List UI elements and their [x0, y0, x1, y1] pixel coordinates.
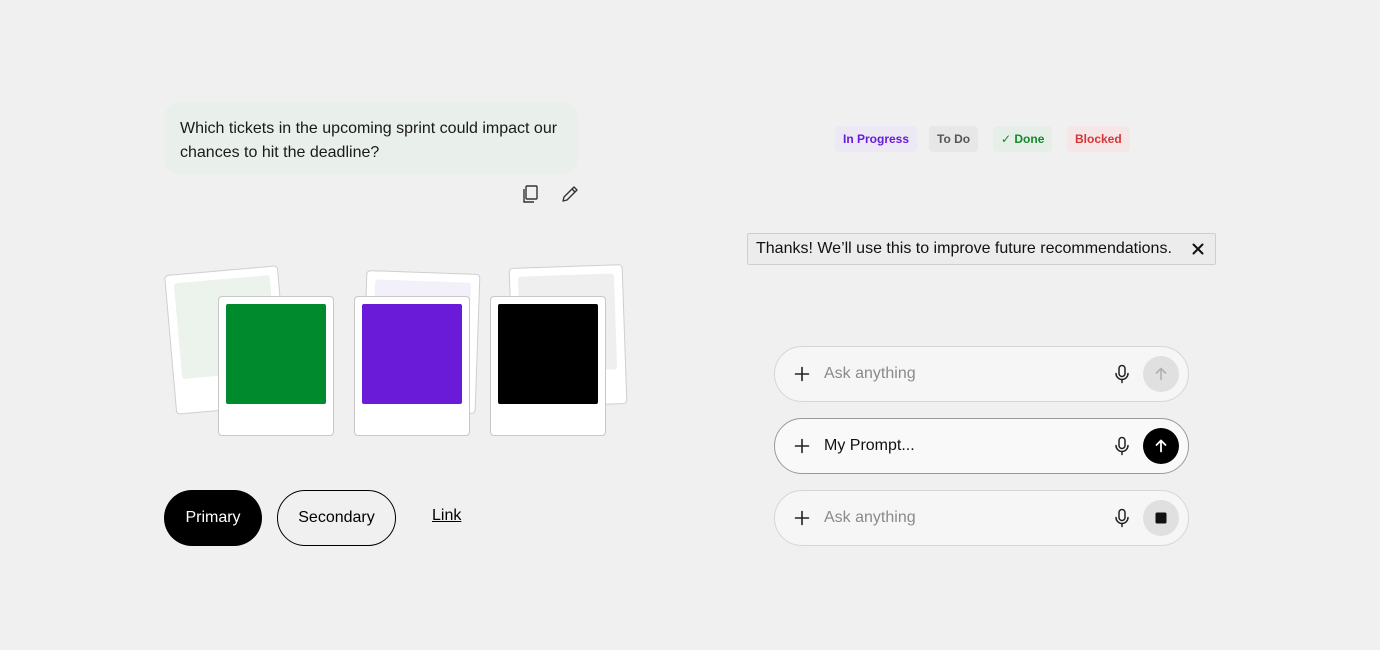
swatch-card-green[interactable]	[218, 296, 334, 436]
microphone-icon[interactable]	[1111, 435, 1133, 457]
green-swatch	[226, 304, 326, 404]
prompt-input-generating	[774, 490, 1189, 546]
arrow-up-icon	[1155, 367, 1167, 381]
arrow-up-icon	[1155, 439, 1167, 453]
primary-button[interactable]: Primary	[164, 490, 262, 546]
microphone-icon[interactable]	[1111, 363, 1133, 385]
swatch-card-purple[interactable]	[354, 296, 470, 436]
stop-icon	[1155, 512, 1167, 524]
toast-message: Thanks! We’ll use this to improve future…	[756, 240, 1172, 257]
secondary-button[interactable]: Secondary	[277, 490, 396, 546]
chat-message-bubble: Which tickets in the upcoming sprint cou…	[164, 102, 578, 174]
prompt-text-field[interactable]	[824, 361, 1094, 387]
prompt-text-field[interactable]	[824, 433, 1094, 459]
status-badge-in-progress: In Progress	[835, 126, 918, 152]
status-badge-blocked: Blocked	[1067, 126, 1130, 152]
feedback-toast: Thanks! We’ll use this to improve future…	[747, 233, 1216, 265]
plus-icon[interactable]	[791, 435, 813, 457]
swatch-card-black[interactable]	[490, 296, 606, 436]
status-badge-to-do: To Do	[929, 126, 979, 152]
prompt-text-field[interactable]	[824, 505, 1094, 531]
purple-swatch	[362, 304, 462, 404]
copy-icon[interactable]	[518, 182, 542, 206]
send-button[interactable]	[1143, 428, 1179, 464]
status-badge-done: ✓ Done	[993, 126, 1053, 152]
black-swatch	[498, 304, 598, 404]
edit-pencil-icon[interactable]	[558, 182, 582, 206]
prompt-input-filled	[774, 418, 1189, 474]
microphone-icon[interactable]	[1111, 507, 1133, 529]
prompt-input-empty	[774, 346, 1189, 402]
page: Which tickets in the upcoming sprint cou…	[0, 0, 1380, 650]
plus-icon[interactable]	[791, 363, 813, 385]
chat-message-text: Which tickets in the upcoming sprint cou…	[180, 120, 558, 161]
stop-button[interactable]	[1143, 500, 1179, 536]
send-button[interactable]	[1143, 356, 1179, 392]
link-button[interactable]: Link	[432, 507, 461, 525]
message-actions	[518, 182, 582, 206]
plus-icon[interactable]	[791, 507, 813, 529]
close-icon[interactable]	[1189, 240, 1207, 258]
